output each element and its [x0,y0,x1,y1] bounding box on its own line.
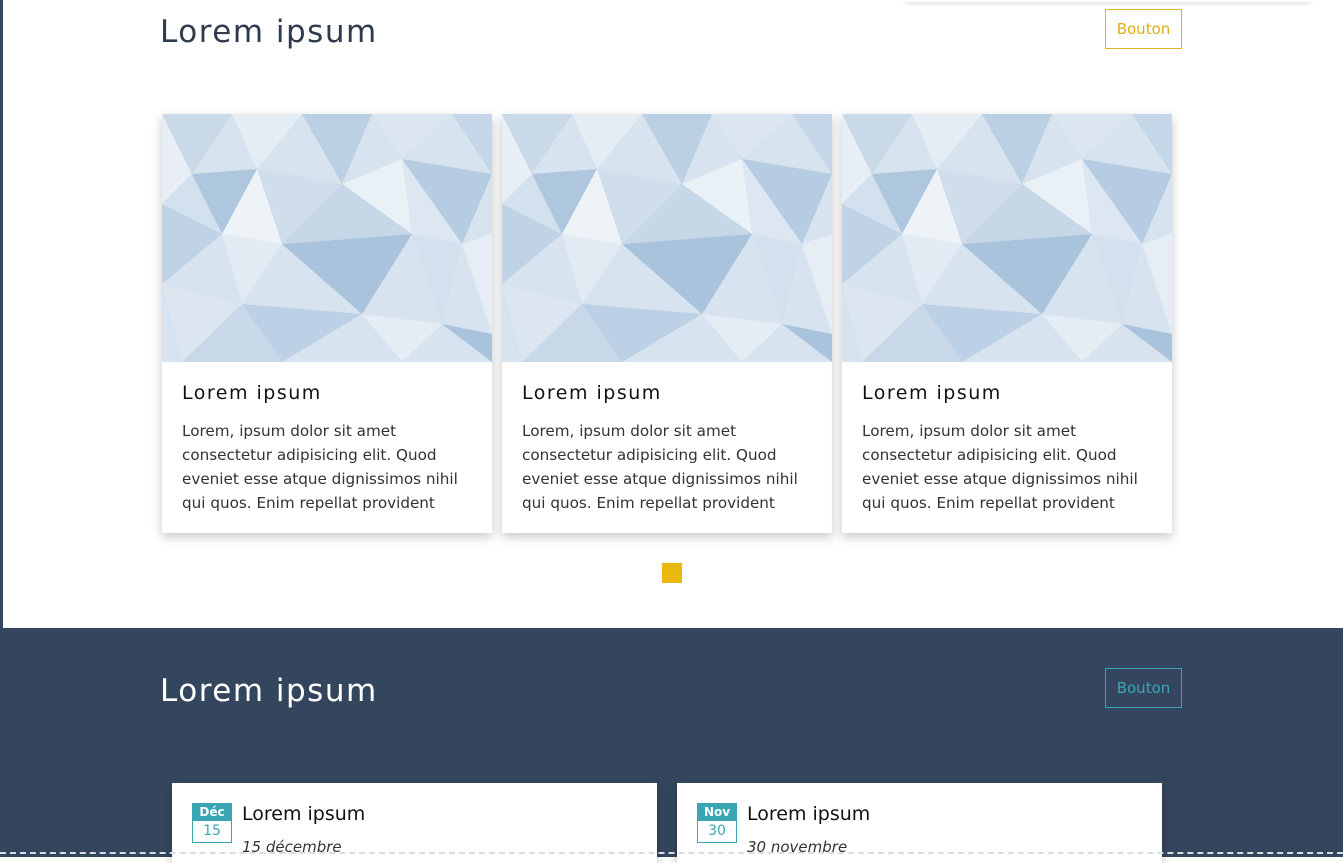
card-title: Lorem ipsum [522,382,662,404]
card-image [842,114,1172,362]
event-card[interactable]: Nov 30 Lorem ipsum 30 novembre [677,783,1162,863]
events-section-title: Lorem ipsum [160,673,378,709]
card-image [502,114,832,362]
featured-section-title: Lorem ipsum [160,14,378,50]
calendar-date-icon: Nov 30 [697,803,737,843]
carousel-pager-dot[interactable] [662,563,682,583]
card-text: Lorem, ipsum dolor sit amet consectetur … [862,422,1138,512]
featured-card[interactable]: Lorem ipsum Lorem, ipsum dolor sit amet … [162,114,492,533]
event-title: Lorem ipsum [747,803,871,825]
fold-divider [0,852,1343,854]
events-button[interactable]: Bouton [1105,668,1182,708]
date-badge-month: Déc [193,804,231,821]
event-title: Lorem ipsum [242,803,366,825]
card-title: Lorem ipsum [862,382,1002,404]
card-text: Lorem, ipsum dolor sit amet consectetur … [182,422,458,512]
calendar-date-icon: Déc 15 [192,803,232,843]
date-badge-day: 15 [203,823,221,839]
event-card[interactable]: Déc 15 Lorem ipsum 15 décembre [172,783,657,863]
card-title: Lorem ipsum [182,382,322,404]
featured-button[interactable]: Bouton [1105,9,1182,49]
featured-card[interactable]: Lorem ipsum Lorem, ipsum dolor sit amet … [842,114,1172,533]
featured-card[interactable]: Lorem ipsum Lorem, ipsum dolor sit amet … [502,114,832,533]
date-badge-day: 30 [708,823,726,839]
top-dropdown-shadow [905,0,1310,2]
date-badge-month: Nov [698,804,736,821]
card-text: Lorem, ipsum dolor sit amet consectetur … [522,422,798,512]
card-image [162,114,492,362]
